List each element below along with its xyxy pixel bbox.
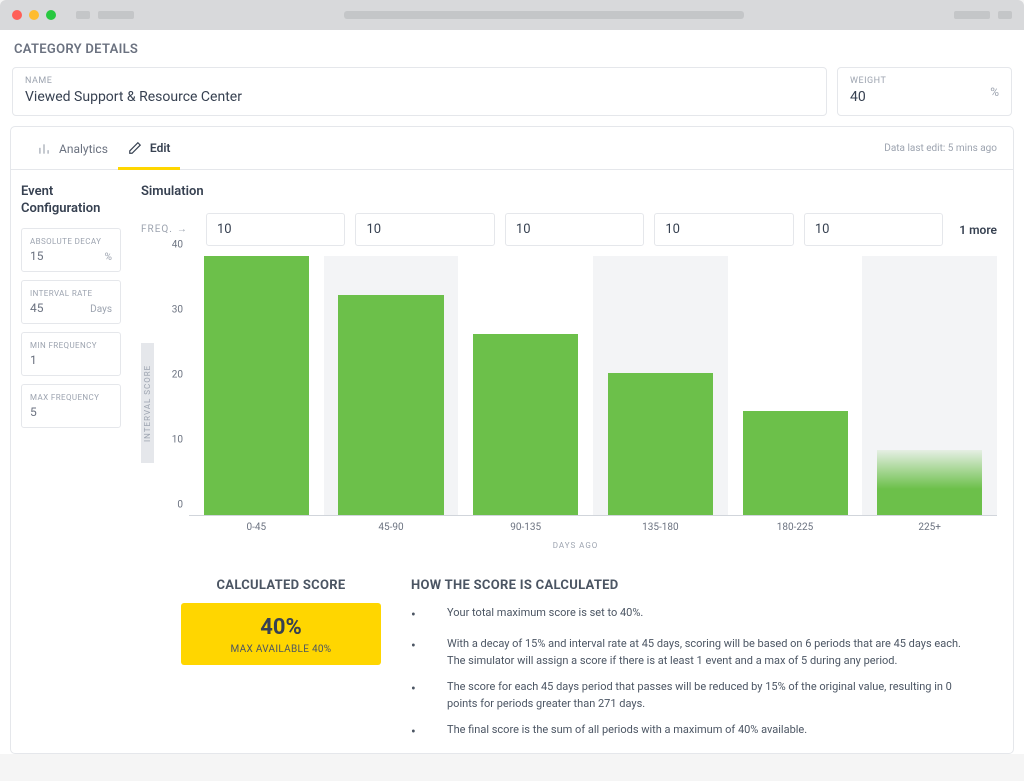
weight-label: WEIGHT bbox=[850, 76, 999, 86]
score-percent: 40% bbox=[189, 615, 373, 640]
maximize-window-icon[interactable] bbox=[46, 10, 56, 20]
weight-value: 40 bbox=[850, 89, 999, 105]
x-tick: 135-180 bbox=[593, 516, 728, 533]
browser-chrome bbox=[0, 0, 1024, 30]
y-tick: 20 bbox=[172, 370, 183, 381]
freq-input-3[interactable]: 10 bbox=[654, 213, 793, 246]
tab-edit-label: Edit bbox=[150, 141, 171, 155]
chart-bar bbox=[473, 334, 578, 515]
interval-rate-field[interactable]: INTERVAL RATE 45 Days bbox=[21, 280, 121, 324]
tab-analytics[interactable]: Analytics bbox=[27, 128, 118, 168]
x-tick: 45-90 bbox=[324, 516, 459, 533]
traffic-lights bbox=[12, 10, 56, 20]
calculated-score-title: CALCULATED SCORE bbox=[181, 578, 381, 593]
freq-input-1[interactable]: 10 bbox=[355, 213, 494, 246]
freq-label: FREQ. → bbox=[141, 224, 196, 235]
how-list-item: Your total maximum score is set to 40%. bbox=[411, 605, 977, 626]
bar-slot bbox=[728, 256, 863, 515]
absolute-decay-field[interactable]: ABSOLUTE DECAY 15% bbox=[21, 228, 121, 272]
calculated-score-panel: CALCULATED SCORE 40% MAX AVAILABLE 40% bbox=[181, 578, 381, 753]
y-tick: 0 bbox=[177, 500, 183, 511]
freq-input-2[interactable]: 10 bbox=[505, 213, 644, 246]
how-list-item: The final score is the sum of all period… bbox=[411, 722, 977, 743]
chrome-placeholder bbox=[998, 11, 1012, 19]
min-frequency-value: 1 bbox=[30, 353, 37, 367]
bar-slot bbox=[189, 256, 324, 515]
minimize-window-icon[interactable] bbox=[29, 10, 39, 20]
bar-slot bbox=[862, 256, 997, 515]
x-tick: 180-225 bbox=[728, 516, 863, 533]
x-tick: 90-135 bbox=[458, 516, 593, 533]
max-frequency-field[interactable]: MAX FREQUENCY 5 bbox=[21, 384, 121, 428]
x-tick: 0-45 bbox=[189, 516, 324, 533]
interval-rate-unit: Days bbox=[90, 304, 112, 315]
tab-edit[interactable]: Edit bbox=[118, 127, 181, 170]
frequency-row: FREQ. → 10 10 10 10 10 1 more bbox=[141, 213, 997, 246]
freq-input-4[interactable]: 10 bbox=[804, 213, 943, 246]
y-tick: 10 bbox=[172, 435, 183, 446]
interval-rate-label: INTERVAL RATE bbox=[30, 289, 112, 298]
score-box: 40% MAX AVAILABLE 40% bbox=[181, 603, 381, 665]
how-list-item: With a decay of 15% and interval rate at… bbox=[411, 636, 977, 669]
bar-slot bbox=[593, 256, 728, 515]
simulation-title: Simulation bbox=[141, 184, 997, 199]
arrow-right-icon: → bbox=[177, 224, 188, 235]
chart-bar bbox=[204, 256, 309, 515]
how-list-item: The score for each 45 days period that p… bbox=[411, 679, 977, 712]
interval-rate-value: 45 bbox=[30, 301, 44, 315]
tab-bar: Analytics Edit Data last edit: 5 mins ag… bbox=[11, 127, 1013, 170]
freq-input-0[interactable]: 10 bbox=[206, 213, 345, 246]
chart-bar bbox=[608, 373, 713, 515]
close-window-icon[interactable] bbox=[12, 10, 22, 20]
weight-field[interactable]: WEIGHT 40 % bbox=[837, 67, 1012, 116]
max-frequency-label: MAX FREQUENCY bbox=[30, 393, 112, 402]
bar-slot bbox=[324, 256, 459, 515]
chart-bar bbox=[877, 450, 982, 515]
chrome-placeholder bbox=[98, 11, 134, 19]
sidebar-title: Event Configuration bbox=[21, 184, 121, 218]
interval-score-chart: INTERVAL SCORE 010203040 0-4545-9090-135… bbox=[141, 256, 997, 550]
chart-bar bbox=[743, 411, 848, 515]
score-subtitle: MAX AVAILABLE 40% bbox=[189, 644, 373, 655]
absolute-decay-unit: % bbox=[105, 252, 112, 263]
chart-bar bbox=[338, 295, 443, 515]
y-tick: 30 bbox=[172, 305, 183, 316]
y-tick: 40 bbox=[172, 240, 183, 251]
x-tick: 225+ bbox=[862, 516, 997, 533]
page-title: CATEGORY DETAILS bbox=[0, 30, 1024, 67]
last-edit-text: Data last edit: 5 mins ago bbox=[884, 143, 997, 154]
tab-analytics-label: Analytics bbox=[59, 142, 108, 156]
x-axis-label: DAYS AGO bbox=[154, 541, 997, 550]
absolute-decay-value: 15 bbox=[30, 249, 44, 263]
how-title: HOW THE SCORE IS CALCULATED bbox=[411, 578, 977, 593]
chrome-placeholder bbox=[76, 11, 90, 19]
event-config-sidebar: Event Configuration ABSOLUTE DECAY 15% I… bbox=[11, 170, 131, 753]
bar-chart-icon bbox=[37, 142, 51, 156]
how-calculated-panel: HOW THE SCORE IS CALCULATED Your total m… bbox=[411, 578, 977, 753]
name-label: NAME bbox=[25, 76, 814, 86]
bar-slot bbox=[458, 256, 593, 515]
chrome-placeholder bbox=[954, 11, 990, 19]
freq-more-link[interactable]: 1 more bbox=[959, 223, 997, 237]
name-field[interactable]: NAME Viewed Support & Resource Center bbox=[12, 67, 827, 116]
min-frequency-label: MIN FREQUENCY bbox=[30, 341, 112, 350]
address-bar-placeholder bbox=[344, 11, 744, 19]
min-frequency-field[interactable]: MIN FREQUENCY 1 bbox=[21, 332, 121, 376]
name-value: Viewed Support & Resource Center bbox=[25, 89, 814, 105]
max-frequency-value: 5 bbox=[30, 405, 37, 419]
weight-unit: % bbox=[990, 85, 999, 99]
pencil-icon bbox=[128, 141, 142, 155]
absolute-decay-label: ABSOLUTE DECAY bbox=[30, 237, 112, 246]
y-axis-label: INTERVAL SCORE bbox=[141, 343, 154, 463]
